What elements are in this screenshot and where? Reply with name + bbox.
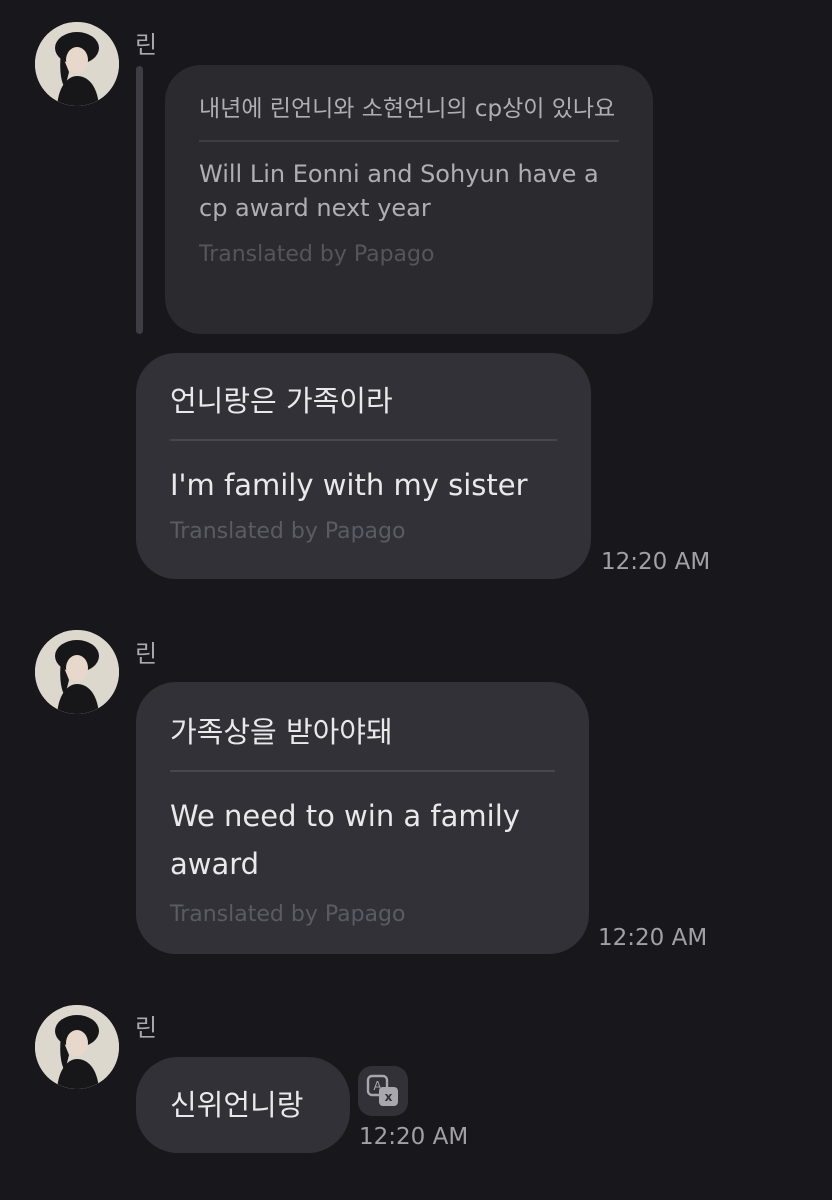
avatar[interactable] [35,1005,119,1089]
quoted-message-bubble[interactable]: 내년에 린언니와 소현언니의 cp상이 있나요 Will Lin Eonni a… [165,65,653,334]
sender-name: 린 [135,640,158,668]
translation-text: We need to win a family award [170,799,520,881]
timestamp: 12:20 AM [601,549,711,575]
message-bubble[interactable]: 신위언니랑 [136,1057,350,1153]
message-bubble[interactable]: 가족상을 받아야돼 We need to win a family award … [136,682,589,954]
divider [170,439,557,441]
timestamp: 12:20 AM [359,1124,469,1150]
original-text: 신위언니랑 [170,1088,304,1122]
quote-bar [136,66,143,334]
sender-name: 린 [135,1014,158,1042]
translation-credit: Translated by Papago [170,519,406,544]
divider [199,140,619,142]
divider [170,770,555,772]
translate-button[interactable]: A x [358,1066,408,1116]
translation-text: I'm family with my sister [170,468,528,502]
avatar-image [35,22,119,106]
quoted-original-text: 내년에 린언니와 소현언니의 cp상이 있나요 [199,96,616,122]
quoted-translation-text: Will Lin Eonni and Sohyun have a cp awar… [199,160,599,222]
avatar[interactable] [35,630,119,714]
sender-name: 린 [135,31,158,59]
original-text: 가족상을 받아야돼 [170,715,393,749]
original-text: 언니랑은 가족이라 [170,384,393,418]
timestamp: 12:20 AM [598,925,708,951]
translation-credit: Translated by Papago [199,242,435,267]
translation-credit: Translated by Papago [170,902,406,927]
message-bubble[interactable]: 언니랑은 가족이라 I'm family with my sister Tran… [136,353,591,579]
svg-text:x: x [385,1090,393,1104]
avatar-image [35,1005,119,1089]
translate-icon: A x [366,1074,398,1106]
avatar[interactable] [35,22,119,106]
avatar-image [35,630,119,714]
